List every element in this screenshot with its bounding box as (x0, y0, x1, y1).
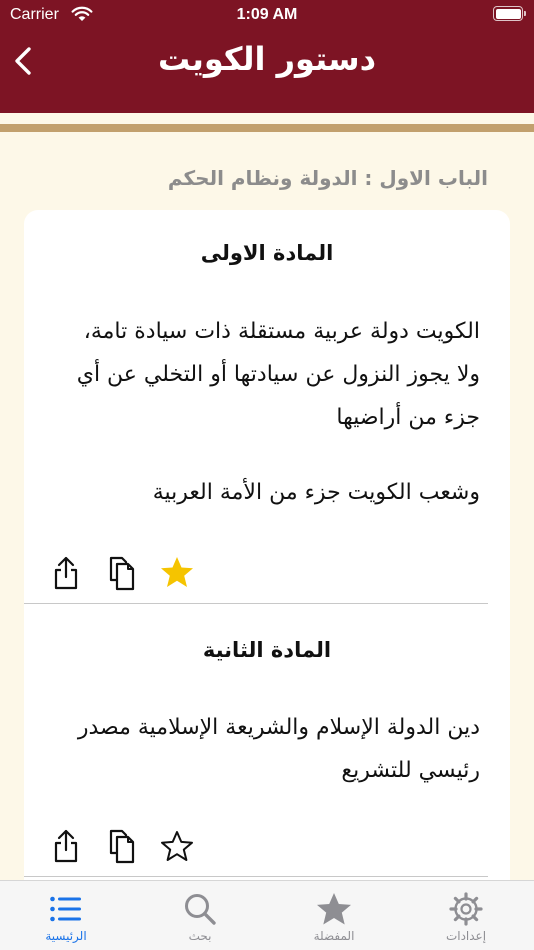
favorite-star-outline-icon[interactable] (160, 830, 194, 862)
articles-card: المادة الاولى الكويت دولة عربية مستقلة ذ… (24, 210, 510, 900)
status-bar: Carrier 1:09 AM (0, 0, 534, 30)
copy-icon[interactable] (106, 827, 138, 865)
share-icon[interactable] (50, 828, 82, 864)
chapter-breadcrumb: الباب الاول : الدولة ونظام الحكم (167, 166, 488, 190)
article-paragraph: الكويت دولة عربية مستقلة ذات سيادة تامة،… (76, 319, 480, 430)
tab-bar: إعدادات المفضلة بحث الرئيسية (0, 880, 534, 950)
header-divider-stripe (0, 124, 534, 132)
tab-home[interactable]: الرئيسية (16, 881, 116, 950)
gear-icon (449, 892, 483, 926)
article-title: المادة الاولى (200, 241, 334, 265)
article-title: المادة الثانية (202, 638, 332, 662)
search-icon (185, 894, 216, 925)
copy-icon[interactable] (106, 554, 138, 592)
list-icon (50, 896, 81, 922)
tab-search[interactable]: بحث (150, 881, 250, 950)
tab-label: بحث (188, 929, 212, 943)
page-title: دستور الكويت (157, 40, 377, 78)
tab-label: المفضلة (313, 929, 355, 943)
article-paragraph: دين الدولة الإسلام والشريعة الإسلامية مص… (77, 715, 480, 783)
tab-label: إعدادات (445, 929, 487, 943)
battery-icon (493, 6, 526, 21)
nav-header: Carrier 1:09 AM دستور الكويت (0, 0, 534, 113)
tab-favorites[interactable]: المفضلة (284, 881, 384, 950)
article-paragraph: وشعب الكويت جزء من الأمة العربية (152, 480, 480, 505)
article-text: دين الدولة الإسلام والشريعة الإسلامية مص… (54, 706, 480, 792)
clock: 1:09 AM (236, 6, 298, 23)
favorite-star-icon[interactable] (160, 556, 194, 588)
article-text: الكويت دولة عربية مستقلة ذات سيادة تامة،… (54, 310, 480, 514)
share-icon[interactable] (50, 555, 82, 591)
star-icon (317, 893, 351, 925)
tab-settings[interactable]: إعدادات (416, 881, 516, 950)
article-divider (24, 603, 488, 604)
article-divider (24, 876, 488, 877)
tab-label: الرئيسية (45, 929, 87, 943)
